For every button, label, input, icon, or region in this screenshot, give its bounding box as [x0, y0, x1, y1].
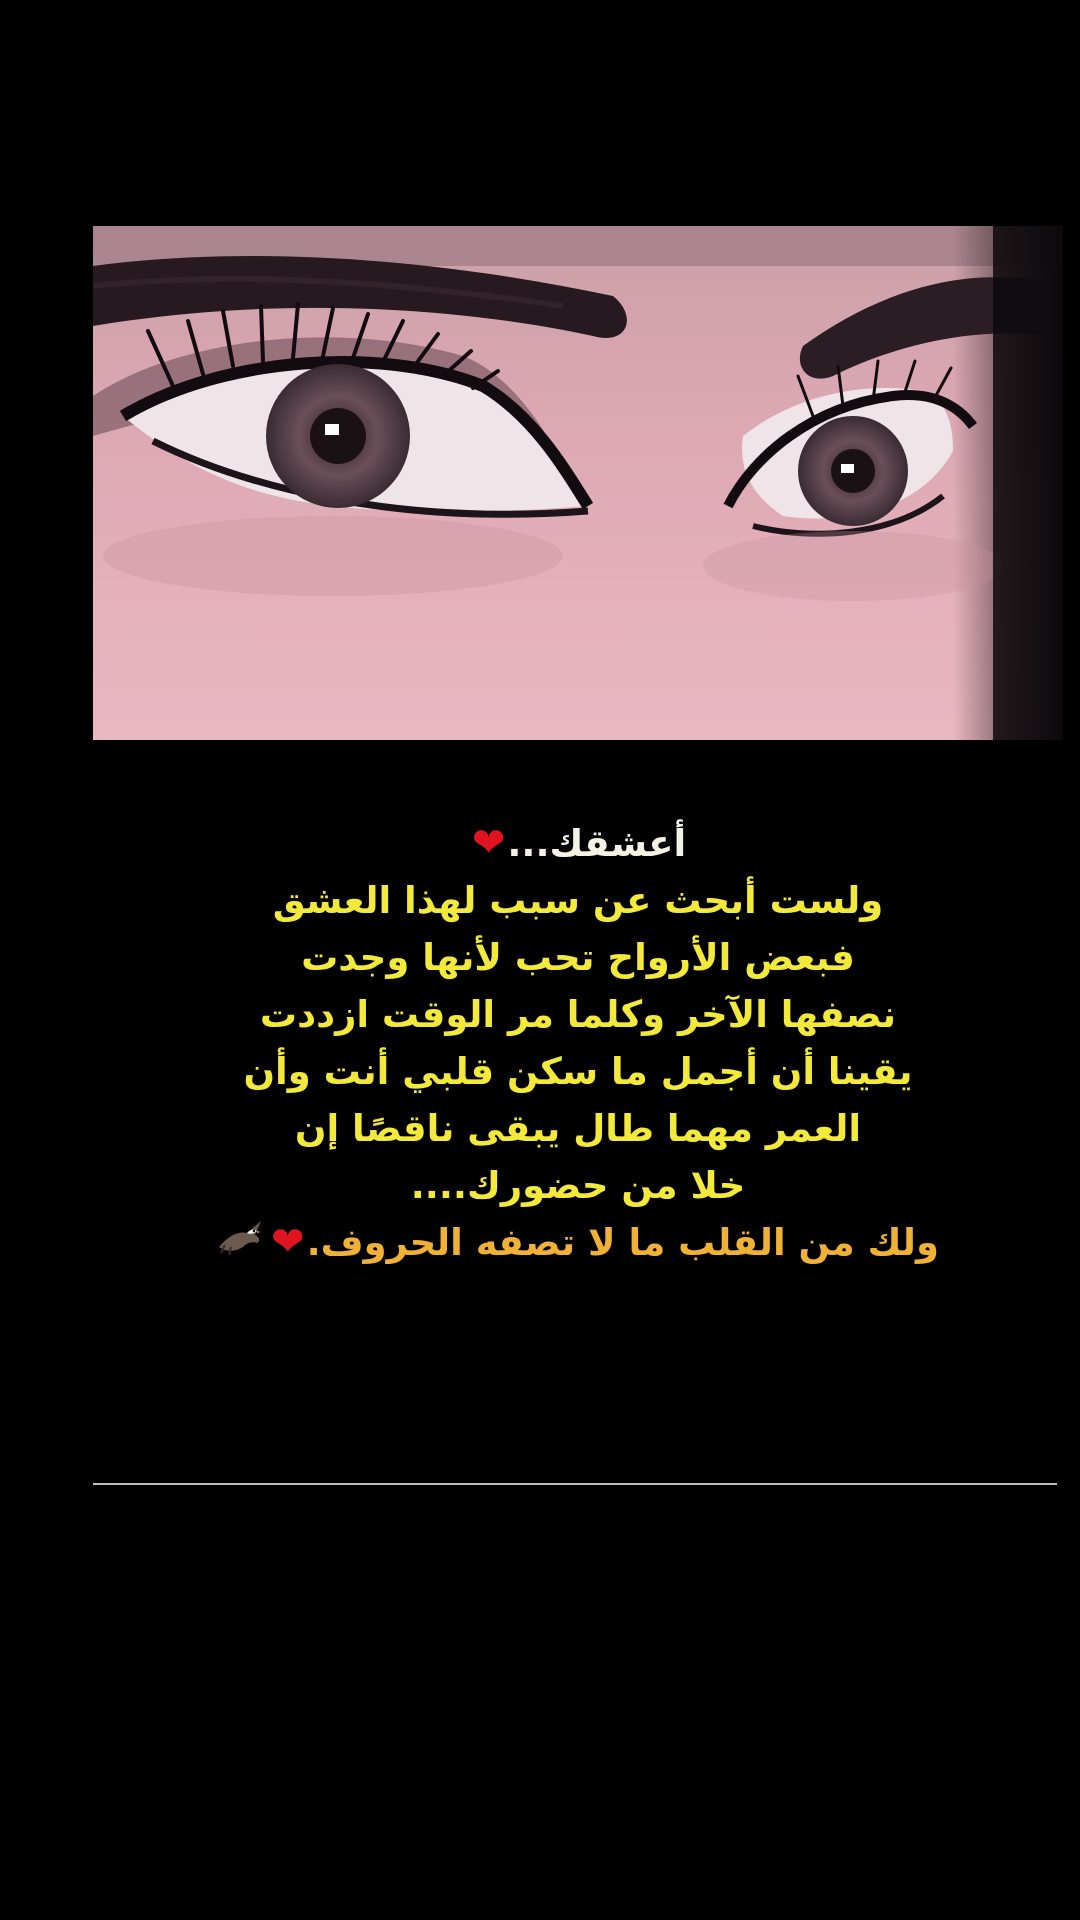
- poem-line-8-text: ولك من القلب ما لا تصفه الحروف.: [306, 1221, 939, 1264]
- eagle-icon: [217, 1216, 265, 1273]
- heart-icon: ❤: [271, 1219, 305, 1265]
- poem-line-1: أعشقك...❤: [93, 815, 1063, 872]
- divider-line: [93, 1483, 1057, 1485]
- eyes-photo-graphic: [93, 226, 1063, 740]
- poem-line-2: ولست أبحث عن سبب لهذا العشق: [272, 879, 884, 922]
- heart-icon: ❤: [471, 820, 506, 866]
- poem-text: أعشقك...❤ ولست أبحث عن سبب لهذا العشق فب…: [93, 815, 1063, 1273]
- poem-line-6: العمر مهما طال يبقى ناقصًا إن: [294, 1107, 862, 1150]
- eyes-photo: [93, 226, 1063, 740]
- poem-line-3: فبعض الأرواح تحب لأنها وجدت: [301, 936, 855, 979]
- poem-line-1-text: أعشقك...: [507, 822, 687, 865]
- poem-line-7: خلا من حضورك....: [410, 1164, 746, 1207]
- poem-line-4: نصفها الآخر وكلما مر الوقت ازددت: [259, 993, 897, 1036]
- poem-line-8: ولك من القلب ما لا تصفه الحروف.❤: [93, 1214, 1063, 1273]
- poem-line-5: يقينا أن أجمل ما سكن قلبي أنت وأن: [243, 1050, 913, 1093]
